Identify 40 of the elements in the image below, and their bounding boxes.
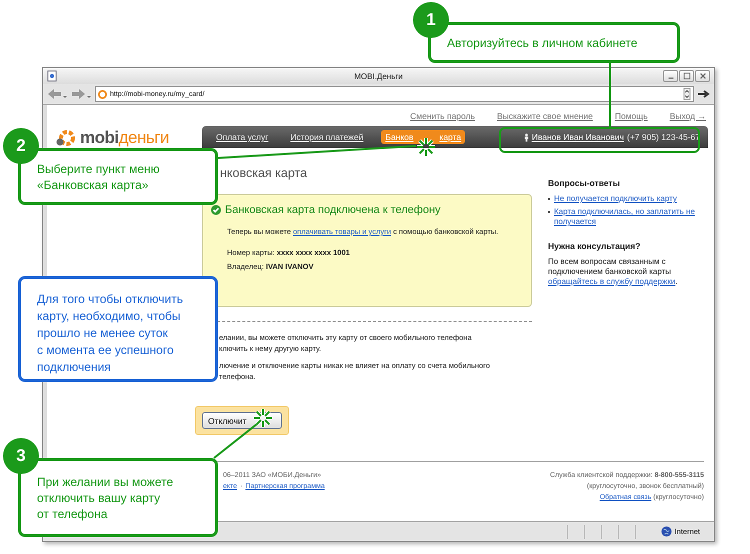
menu-item[interactable]: Оплата услуг xyxy=(212,130,272,144)
callout-text: При желании вы можете отключить вашу карту от телефона xyxy=(37,474,174,522)
close-icon xyxy=(698,72,706,80)
click-marker-icon xyxy=(252,407,274,429)
close-button[interactable] xyxy=(695,70,710,82)
callout-text: Выберите пункт меню «Банковская карта» xyxy=(37,160,160,192)
faq-link[interactable]: Не получается подключить карту xyxy=(554,194,677,204)
scrollbar[interactable] xyxy=(716,105,717,521)
site-icon xyxy=(98,90,107,98)
maximize-icon xyxy=(682,72,690,80)
page-heading: нковская карта xyxy=(220,166,308,180)
logo-text: mobiденьги xyxy=(80,128,169,148)
help-title: Нужна консультация? xyxy=(548,241,642,251)
callout-text: Авторизуйтесь в личном кабинете xyxy=(447,34,638,50)
globe-icon xyxy=(660,526,672,537)
menu-item[interactable]: История платежей xyxy=(286,130,368,144)
window-title: MOBI.Деньги xyxy=(354,72,403,80)
step-number: 1 xyxy=(413,2,449,38)
help-text: По всем вопросам связанным с подключением банковской карты обращайтесь в службу поддержки. xyxy=(548,257,679,287)
faq-link[interactable]: Карта подключилась, но заплатить не получается xyxy=(554,207,708,227)
status-title: Банковская карта подключена к телефону xyxy=(225,204,441,216)
click-marker-icon xyxy=(415,136,437,158)
logo-icon xyxy=(56,128,78,148)
step-number: 3 xyxy=(3,438,39,474)
faq-title: Вопросы-ответы xyxy=(548,178,621,188)
person-icon xyxy=(524,132,529,142)
user-name-link[interactable]: Иванов Иван Иванович xyxy=(532,132,624,142)
dropdown-icon[interactable] xyxy=(683,88,691,100)
top-link[interactable]: Выход → xyxy=(670,111,706,123)
user-phone: (+7 905) 123-45-67 xyxy=(626,132,700,142)
support-link[interactable]: обращайтесь в службу поддержки xyxy=(548,277,676,286)
minimize-button[interactable] xyxy=(663,70,678,82)
step-number: 2 xyxy=(3,128,39,164)
top-link[interactable]: Сменить пароль xyxy=(410,111,475,123)
callout-text: Для того чтобы отключить карту, необходимо, чтобы прошло не менее суток с момента ее успешного подключения xyxy=(37,291,183,376)
go-icon[interactable] xyxy=(698,90,710,98)
top-link[interactable]: Выскажите свое мнение xyxy=(496,111,593,123)
page-icon xyxy=(47,70,57,82)
top-link[interactable]: Помощь xyxy=(614,111,648,123)
maximize-button[interactable] xyxy=(679,70,694,82)
